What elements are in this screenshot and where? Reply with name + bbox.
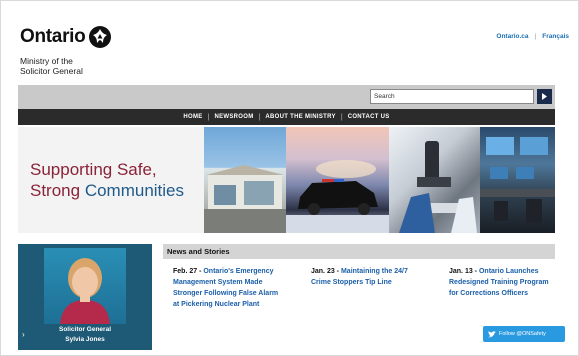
twitter-follow-label: Follow @ONSafety [499, 331, 546, 337]
building-photo [204, 127, 286, 233]
brand-wordmark: Ontario [20, 26, 86, 47]
building-illustration [204, 165, 286, 233]
news-story[interactable]: Jan. 13 - Ontario Launches Redesigned Tr… [449, 266, 559, 299]
ontario-logo[interactable]: Ontario [20, 26, 112, 48]
search-input[interactable] [370, 89, 534, 104]
police-car-illustration [286, 160, 389, 233]
banner-headline-2: Strong Communities [30, 180, 204, 201]
chevron-right-icon [542, 93, 547, 100]
trillium-icon [89, 26, 112, 48]
ontario-ca-link[interactable]: Ontario.ca [496, 33, 528, 40]
news-heading: News and Stories [163, 244, 555, 259]
nav-newsroom[interactable]: NEWSROOM [209, 114, 258, 120]
ministry-name: Ministry of the Solicitor General [20, 56, 130, 76]
banner-strong: Strong [30, 181, 85, 200]
profile-title: Solicitor General [58, 326, 112, 333]
banner-communities: Communities [84, 181, 185, 200]
hero-banner: Supporting Safe, Strong Communities [18, 127, 555, 233]
banner-headline-1: Supporting Safe, [30, 160, 157, 179]
news-story[interactable]: Feb. 27 - Ontario's Emergency Management… [173, 266, 285, 310]
control-room-photo [480, 127, 555, 233]
banner-text: Supporting Safe, Strong Communities [18, 127, 204, 233]
nav-about[interactable]: ABOUT THE MINISTRY [260, 114, 341, 120]
main-nav: HOME | NEWSROOM | ABOUT THE MINISTRY | C… [18, 109, 555, 125]
ministry-line-2: Solicitor General [20, 66, 83, 76]
news-story[interactable]: Jan. 23 - Maintaining the 24/7 Crime Sto… [311, 266, 419, 288]
police-car-photo [286, 127, 389, 233]
news-date: Feb. 27 - [173, 268, 204, 275]
ministry-line-1: Ministry of the [20, 56, 73, 66]
twitter-bird-icon [488, 330, 496, 337]
profile-photo [44, 248, 126, 324]
nav-contact[interactable]: CONTACT US [343, 114, 395, 120]
top-links: Ontario.ca | Français [496, 33, 569, 40]
search-band [18, 85, 555, 109]
profile-name: Sylvia Jones [65, 336, 105, 343]
microscope-photo [389, 127, 480, 233]
francais-link[interactable]: Français [542, 33, 569, 40]
nav-home[interactable]: HOME [178, 114, 207, 120]
solicitor-general-card[interactable]: › Solicitor General Sylvia Jones [18, 244, 152, 350]
link-separator: | [534, 33, 537, 40]
search-button[interactable] [537, 89, 552, 104]
news-date: Jan. 13 - [449, 268, 479, 275]
twitter-follow-button[interactable]: Follow @ONSafety [483, 326, 565, 342]
news-date: Jan. 23 - [311, 268, 341, 275]
microscope-illustration [399, 141, 477, 233]
portrait-illustration [60, 258, 110, 324]
control-room-illustration [480, 137, 555, 223]
